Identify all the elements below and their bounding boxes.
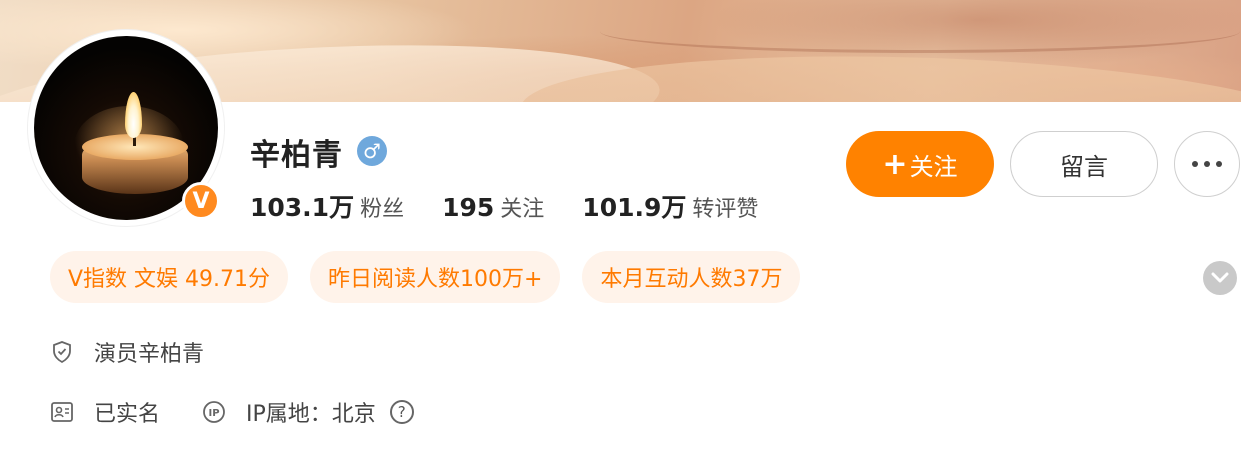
shield-icon <box>50 340 74 364</box>
info-title-text: 演员辛柏青 <box>94 342 205 367</box>
chip-daily-readers[interactable]: 昨日阅读人数100万+ <box>310 251 561 303</box>
profile-chips: V指数 文娱 49.71分 昨日阅读人数100万+ 本月互动人数37万 <box>50 251 822 303</box>
info-meta-row: 已实名 IP IP属地：北京 ? <box>50 396 414 428</box>
id-card-icon <box>50 400 74 424</box>
message-button-label: 留言 <box>1060 152 1108 181</box>
followers-count: 103.1万 <box>250 193 355 222</box>
ip-icon: IP <box>202 400 226 424</box>
info-title-row: 演员辛柏青 <box>50 336 204 368</box>
message-button[interactable]: 留言 <box>1010 131 1158 197</box>
follow-button-label: 关注 <box>909 152 958 181</box>
verified-badge-icon: V <box>182 182 220 220</box>
profile-stats: 103.1万 粉丝 195 关注 101.9万 转评赞 <box>250 188 796 224</box>
ip-location-text: IP属地：北京 <box>246 402 376 427</box>
following-stat[interactable]: 195 关注 <box>442 191 544 223</box>
chip-monthly-interactions[interactable]: 本月互动人数37万 <box>582 251 801 303</box>
plus-icon: + <box>882 146 908 182</box>
likes-stat: 101.9万 转评赞 <box>582 188 758 224</box>
male-gender-icon: ♂ <box>357 136 387 166</box>
realname-text: 已实名 <box>94 402 161 427</box>
more-dots-icon[interactable] <box>1174 131 1240 197</box>
chevron-down-icon[interactable] <box>1203 261 1237 295</box>
likes-label: 转评赞 <box>692 197 759 222</box>
svg-text:IP: IP <box>208 408 219 419</box>
chip-v-index[interactable]: V指数 文娱 49.71分 <box>50 251 289 303</box>
avatar[interactable]: V <box>28 30 224 226</box>
likes-count: 101.9万 <box>582 193 687 222</box>
followers-label: 粉丝 <box>360 197 405 222</box>
follow-button[interactable]: + 关注 <box>846 131 994 197</box>
profile-name: 辛柏青 <box>250 138 343 173</box>
following-label: 关注 <box>500 197 545 222</box>
question-circle-icon[interactable]: ? <box>389 400 414 424</box>
following-count: 195 <box>442 193 495 222</box>
followers-stat[interactable]: 103.1万 粉丝 <box>250 188 404 224</box>
